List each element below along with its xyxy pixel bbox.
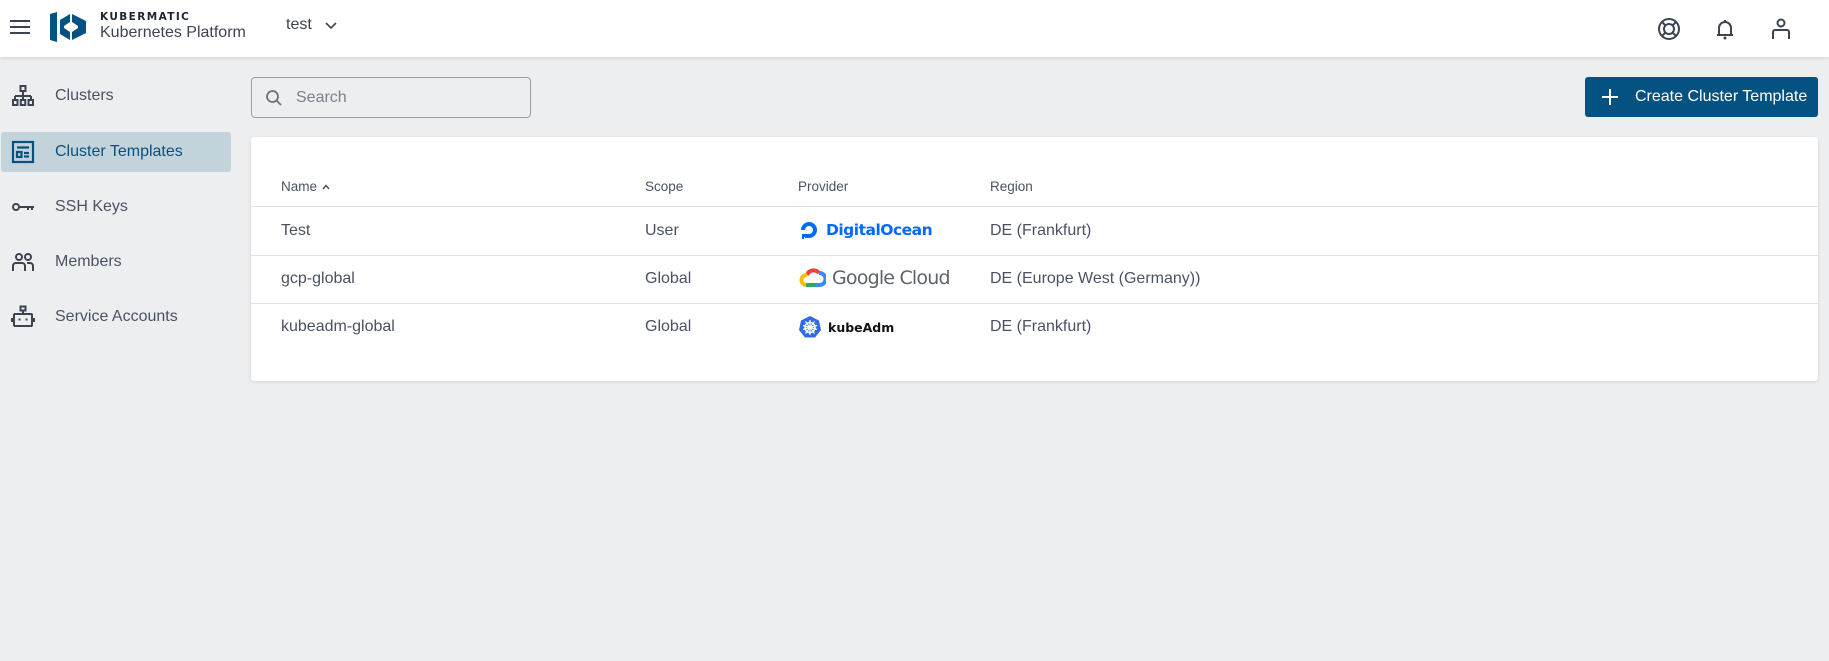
cell-name: gcp-global [281, 270, 355, 287]
column-header-name[interactable]: Name [281, 179, 331, 194]
sidebar-item-label: Cluster Templates [55, 143, 183, 160]
sidebar-item-label: Members [55, 253, 122, 270]
sidebar-item-service-accounts[interactable]: Service Accounts [1, 297, 231, 337]
project-selector[interactable]: test [286, 16, 338, 34]
sidebar-item-members[interactable]: Members [1, 242, 231, 282]
search-input[interactable] [296, 88, 516, 107]
provider-name: Google Cloud [832, 267, 951, 289]
column-header-provider: Provider [798, 179, 849, 194]
cell-scope: Global [645, 318, 692, 335]
table-header: Name Scope Provider Region [251, 137, 1818, 207]
provider-name: kubeAdm [828, 319, 895, 335]
members-icon [11, 250, 35, 274]
create-cluster-template-button[interactable]: Create Cluster Template [1585, 77, 1818, 117]
chevron-down-icon [325, 22, 337, 30]
cell-scope: User [645, 222, 679, 239]
search-field[interactable] [251, 77, 531, 118]
sidebar-item-clusters[interactable]: Clusters [1, 76, 231, 116]
plus-icon [1602, 89, 1618, 105]
sidebar-item-ssh-keys[interactable]: SSH Keys [1, 187, 231, 227]
notifications-bell-icon[interactable] [1713, 17, 1737, 41]
sidebar-item-label: SSH Keys [55, 198, 128, 215]
cluster-templates-icon [11, 140, 35, 164]
brand-title: Kubernetes Platform [100, 24, 246, 41]
column-header-scope: Scope [645, 179, 684, 194]
kubermatic-logo-icon [50, 12, 86, 42]
digitalocean-logo-icon [801, 222, 817, 239]
brand: KUBERMATIC Kubernetes Platform [100, 11, 246, 42]
cell-provider: Google Cloud [798, 266, 951, 290]
sidebar-item-label: Service Accounts [55, 308, 178, 325]
google-cloud-logo-icon [799, 268, 826, 287]
cell-region: DE (Frankfurt) [990, 318, 1092, 335]
cell-provider: kubeAdm [798, 315, 894, 339]
cell-scope: Global [645, 270, 692, 287]
cell-name: kubeadm-global [281, 318, 395, 335]
provider-name: DigitalOcean [826, 221, 933, 239]
cell-region: DE (Europe West (Germany)) [990, 270, 1201, 287]
top-bar: KUBERMATIC Kubernetes Platform test [0, 0, 1829, 57]
robot-icon [11, 305, 35, 329]
menu-icon[interactable] [10, 17, 32, 39]
project-name: test [286, 16, 312, 33]
table-row[interactable]: kubeadm-global Global kubeAdm DE (Frankf… [251, 304, 1818, 352]
sidebar-item-label: Clusters [55, 87, 114, 104]
account-user-icon[interactable] [1769, 17, 1793, 41]
column-header-region: Region [990, 179, 1033, 194]
key-icon [11, 195, 35, 219]
table-row[interactable]: gcp-global Global Google Cloud DE (Europ… [251, 256, 1818, 304]
table-row[interactable]: Test User DigitalOcean DE (Frankfurt) [251, 208, 1818, 256]
cell-name: Test [281, 222, 311, 239]
clusters-hierarchy-icon [11, 84, 35, 108]
kubeadm-logo-icon [799, 316, 821, 338]
brand-small: KUBERMATIC [100, 11, 191, 23]
sort-ascending-icon [322, 183, 330, 189]
cluster-templates-table: Name Scope Provider Region Test User Dig… [251, 137, 1818, 381]
search-icon [266, 89, 282, 106]
create-button-label: Create Cluster Template [1635, 88, 1808, 105]
help-lifebuoy-icon[interactable] [1657, 17, 1681, 41]
cell-provider: DigitalOcean [798, 219, 933, 241]
cell-region: DE (Frankfurt) [990, 222, 1092, 239]
sidebar-item-cluster-templates[interactable]: Cluster Templates [1, 132, 231, 172]
